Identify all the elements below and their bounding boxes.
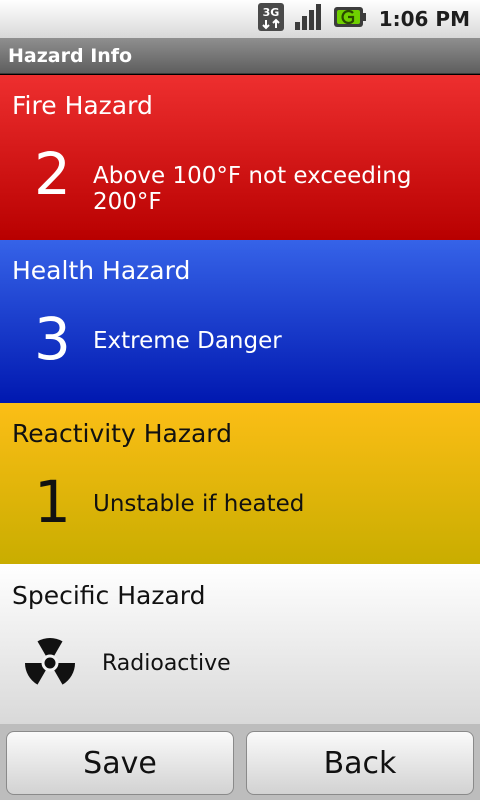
health-hazard-rating: 3: [34, 305, 71, 373]
battery-charging-icon: [333, 5, 367, 33]
reactivity-hazard-description: Unstable if heated: [93, 491, 305, 517]
fire-hazard-title: Fire Hazard: [12, 91, 153, 120]
svg-text:3G: 3G: [262, 6, 279, 19]
status-bar: 3G 1:06 PM: [0, 0, 480, 38]
health-hazard-description: Extreme Danger: [93, 328, 282, 354]
page-title: Hazard Info: [8, 45, 133, 67]
reactivity-hazard-title: Reactivity Hazard: [12, 419, 232, 448]
save-button[interactable]: Save: [6, 731, 234, 795]
radioactive-icon: [24, 632, 76, 690]
reactivity-hazard-panel: Reactivity Hazard 1 Unstable if heated: [0, 403, 480, 564]
specific-hazard-description: Radioactive: [102, 651, 231, 676]
specific-hazard-panel: Specific Hazard Radioactive: [0, 564, 480, 724]
reactivity-hazard-rating: 1: [34, 468, 71, 536]
title-bar: Hazard Info: [0, 38, 480, 74]
health-hazard-title: Health Hazard: [12, 256, 191, 285]
health-hazard-panel: Health Hazard 3 Extreme Danger: [0, 240, 480, 403]
status-icons: 3G 1:06 PM: [257, 0, 470, 38]
fire-hazard-description: Above 100°F not exceeding 200°F: [93, 163, 412, 215]
button-bar: Save Back: [0, 724, 480, 800]
back-button[interactable]: Back: [246, 731, 474, 795]
fire-hazard-panel: Fire Hazard 2 Above 100°F not exceeding …: [0, 75, 480, 240]
3g-data-icon: 3G: [257, 2, 285, 36]
signal-strength-icon: [293, 2, 325, 36]
specific-hazard-title: Specific Hazard: [12, 581, 206, 610]
clock-time: 1:06 PM: [378, 7, 470, 31]
fire-hazard-rating: 2: [34, 140, 71, 208]
